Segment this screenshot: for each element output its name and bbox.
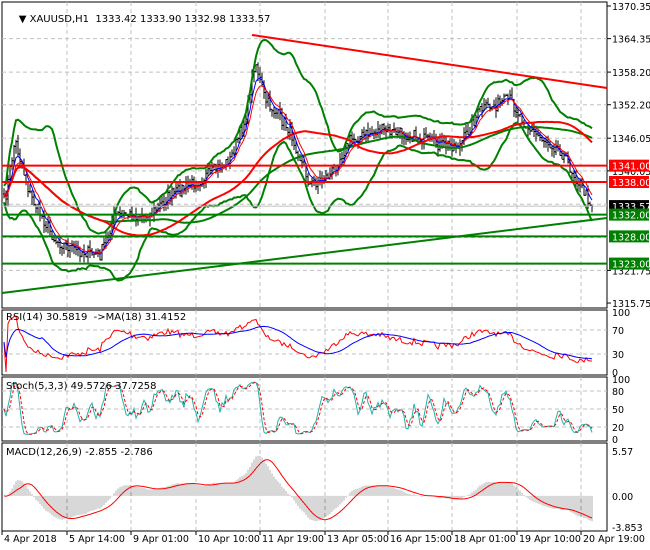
time-axis-label: 4 Apr 2018 [4,534,57,545]
macd-title: MACD(12,26,9) -2.855 -2.786 [6,447,153,458]
rsi-axis-label: 70 [612,326,624,337]
price-tag-label: 1341.00 [612,162,650,173]
stoch-axis-label: 100 [612,375,630,386]
symbol-label: XAUUSD,H1 [29,14,90,25]
macd-axis-label: 5.57 [612,447,633,458]
chart-header: ▼ XAUUSD,H1 1333.42 1333.90 1332.98 1333… [6,3,271,36]
dropdown-arrow-icon[interactable]: ▼ [19,14,30,25]
price-tag-label: 1323.00 [612,260,650,271]
price-tag-label: 1338.00 [612,178,650,189]
price-axis-label: 1346.05 [612,134,650,145]
price-axis-label: 1352.20 [612,101,650,112]
time-axis-label: 11 Apr 19:00 [262,534,324,545]
price-axis-label: 1370.35 [612,2,650,13]
low-value: 1332.98 [184,14,226,25]
time-axis-label: 19 Apr 10:00 [519,534,581,545]
stoch-title: Stoch(5,3,3) 49.5726 37.7258 [6,381,157,392]
time-axis-label: 16 Apr 15:00 [390,534,452,545]
price-tag-label: 1332.00 [612,211,650,222]
time-axis-label: 20 Apr 19:00 [583,534,645,545]
chart-window[interactable]: 1370.35 1364.35 1358.20 1352.20 1346.05 1340.… [0,0,650,550]
price-tag-label: 1328.00 [612,232,650,243]
time-axis-label: 5 Apr 14:00 [69,534,125,545]
price-axis-label: 1358.20 [612,68,650,79]
rsi-title: RSI(14) 30.5819 ->MA(18) 31.4152 [6,312,187,323]
macd-axis-label: 0.00 [612,492,633,503]
time-axis-label: 18 Apr 01:00 [454,534,516,545]
price-axis-label: 1364.35 [612,35,650,46]
time-axis-label: 10 Apr 10:00 [198,534,260,545]
rsi-axis-label: 100 [612,308,630,319]
support-trendline [1,217,608,294]
ma-fast-red [3,85,593,255]
rsi-line [3,315,593,373]
chart-canvas[interactable]: 1370.351364.351358.201352.201346.051340.… [0,0,650,550]
stoch-axis-label: 20 [612,423,624,434]
time-axis-label: 13 Apr 05:00 [327,534,389,545]
high-value: 1333.90 [139,14,182,25]
stoch-axis-label: 80 [612,387,624,398]
rsi-axis-label: 30 [612,350,624,361]
close-value: 1333.57 [229,14,271,25]
stoch-axis-label: 0 [612,435,618,446]
open-value: 1333.42 [95,14,137,25]
stoch-axis-label: 50 [612,405,624,416]
time-axis-label: 9 Apr 01:00 [133,534,189,545]
macd-axis-label: -3.853 [612,523,643,534]
